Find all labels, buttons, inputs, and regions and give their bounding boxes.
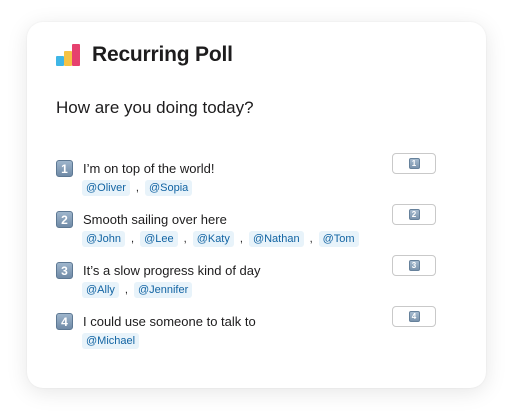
voter-separator: ,: [239, 233, 243, 245]
poll-header: Recurring Poll: [56, 43, 233, 67]
option-voters: @Michael: [82, 333, 140, 349]
option-number-badge: 2: [56, 211, 73, 228]
option-label: I could use someone to talk to: [83, 314, 256, 329]
vote-number-icon: 3: [408, 260, 420, 271]
vote-button-3[interactable]: 3: [392, 255, 436, 276]
voter-mention[interactable]: @Nathan: [248, 231, 304, 247]
voter-mention[interactable]: @Tom: [318, 231, 359, 247]
app-title: Recurring Poll: [92, 43, 233, 66]
vote-number-icon: 1: [408, 158, 420, 169]
voter-separator: ,: [124, 284, 128, 296]
poll-option-3: 3 It’s a slow progress kind of day @Ally…: [56, 255, 436, 308]
option-number-badge: 1: [56, 160, 73, 177]
poll-option-1: 1 I’m on top of the world! @Oliver , @So…: [56, 153, 436, 206]
vote-button-2[interactable]: 2: [392, 204, 436, 225]
voter-separator: ,: [309, 233, 313, 245]
logo-bar-yellow: [64, 51, 72, 66]
voter-mention[interactable]: @Sopia: [144, 180, 193, 196]
voter-mention[interactable]: @Jennifer: [133, 282, 193, 298]
voter-separator: ,: [131, 233, 135, 245]
voter-mention[interactable]: @Ally: [82, 282, 119, 298]
logo-bar-blue: [56, 56, 64, 66]
vote-button-1[interactable]: 1: [392, 153, 436, 174]
option-voters: @Oliver , @Sopia: [82, 180, 193, 196]
option-label: I’m on top of the world!: [83, 161, 215, 176]
poll-option-4: 4 I could use someone to talk to @Michae…: [56, 306, 436, 359]
poll-question: How are you doing today?: [56, 98, 254, 117]
option-label: It’s a slow progress kind of day: [83, 263, 261, 278]
voter-mention[interactable]: @Michael: [82, 333, 140, 349]
voter-mention[interactable]: @Katy: [192, 231, 234, 247]
voter-mention[interactable]: @Lee: [140, 231, 178, 247]
voter-separator: ,: [183, 233, 187, 245]
option-voters: @Ally , @Jennifer: [82, 282, 193, 298]
voter-separator: ,: [135, 182, 139, 194]
option-number-badge: 4: [56, 313, 73, 330]
voter-mention[interactable]: @John: [82, 231, 126, 247]
logo-bar-red: [72, 44, 80, 66]
option-voters: @John , @Lee , @Katy , @Nathan , @Tom: [82, 231, 359, 247]
vote-number-icon: 2: [408, 209, 420, 220]
voter-mention[interactable]: @Oliver: [82, 180, 130, 196]
option-number-badge: 3: [56, 262, 73, 279]
poll-option-2: 2 Smooth sailing over here @John , @Lee …: [56, 204, 436, 257]
poll-logo-icon: [56, 44, 80, 66]
option-label: Smooth sailing over here: [83, 212, 227, 227]
vote-button-4[interactable]: 4: [392, 306, 436, 327]
vote-number-icon: 4: [408, 311, 420, 322]
